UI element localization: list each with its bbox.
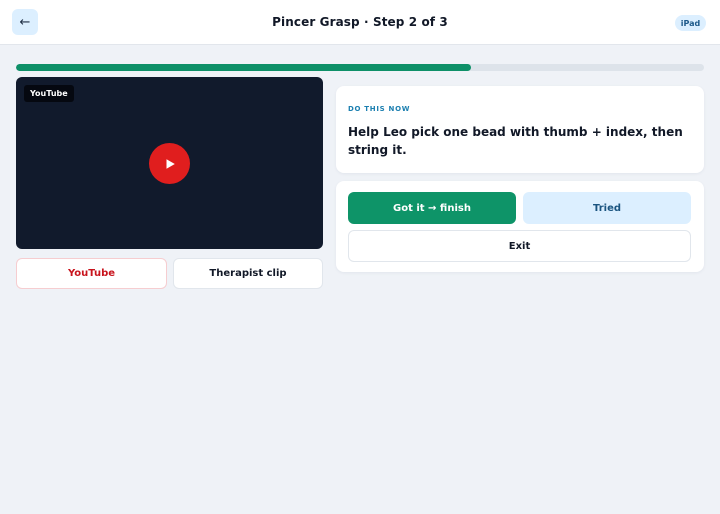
top-bar: ← Pincer Grasp · Step 2 of 3 iPad <box>0 0 720 45</box>
youtube-source-button[interactable]: YouTube <box>16 258 167 289</box>
play-icon <box>166 158 175 169</box>
exit-button[interactable]: Exit <box>348 230 691 262</box>
instruction-kicker: DO THIS NOW <box>348 105 411 113</box>
instruction-text: Help Leo pick one bead with thumb + inde… <box>348 125 683 157</box>
video-source-tag: YouTube <box>24 85 74 102</box>
video-player[interactable]: YouTube <box>16 77 323 249</box>
progress-bar <box>16 64 704 71</box>
instruction-card: DO THIS NOW Help Leo pick one bead with … <box>336 86 704 173</box>
finish-button[interactable]: Got it → finish <box>348 192 516 224</box>
device-badge: iPad <box>675 15 706 31</box>
therapist-clip-button[interactable]: Therapist clip <box>173 258 323 289</box>
tried-button[interactable]: Tried <box>523 192 691 224</box>
page-title: Pincer Grasp · Step 2 of 3 <box>272 15 448 29</box>
progress-fill <box>16 64 471 71</box>
play-button[interactable] <box>149 143 190 184</box>
actions-card: Got it → finish Tried Exit <box>336 181 704 272</box>
